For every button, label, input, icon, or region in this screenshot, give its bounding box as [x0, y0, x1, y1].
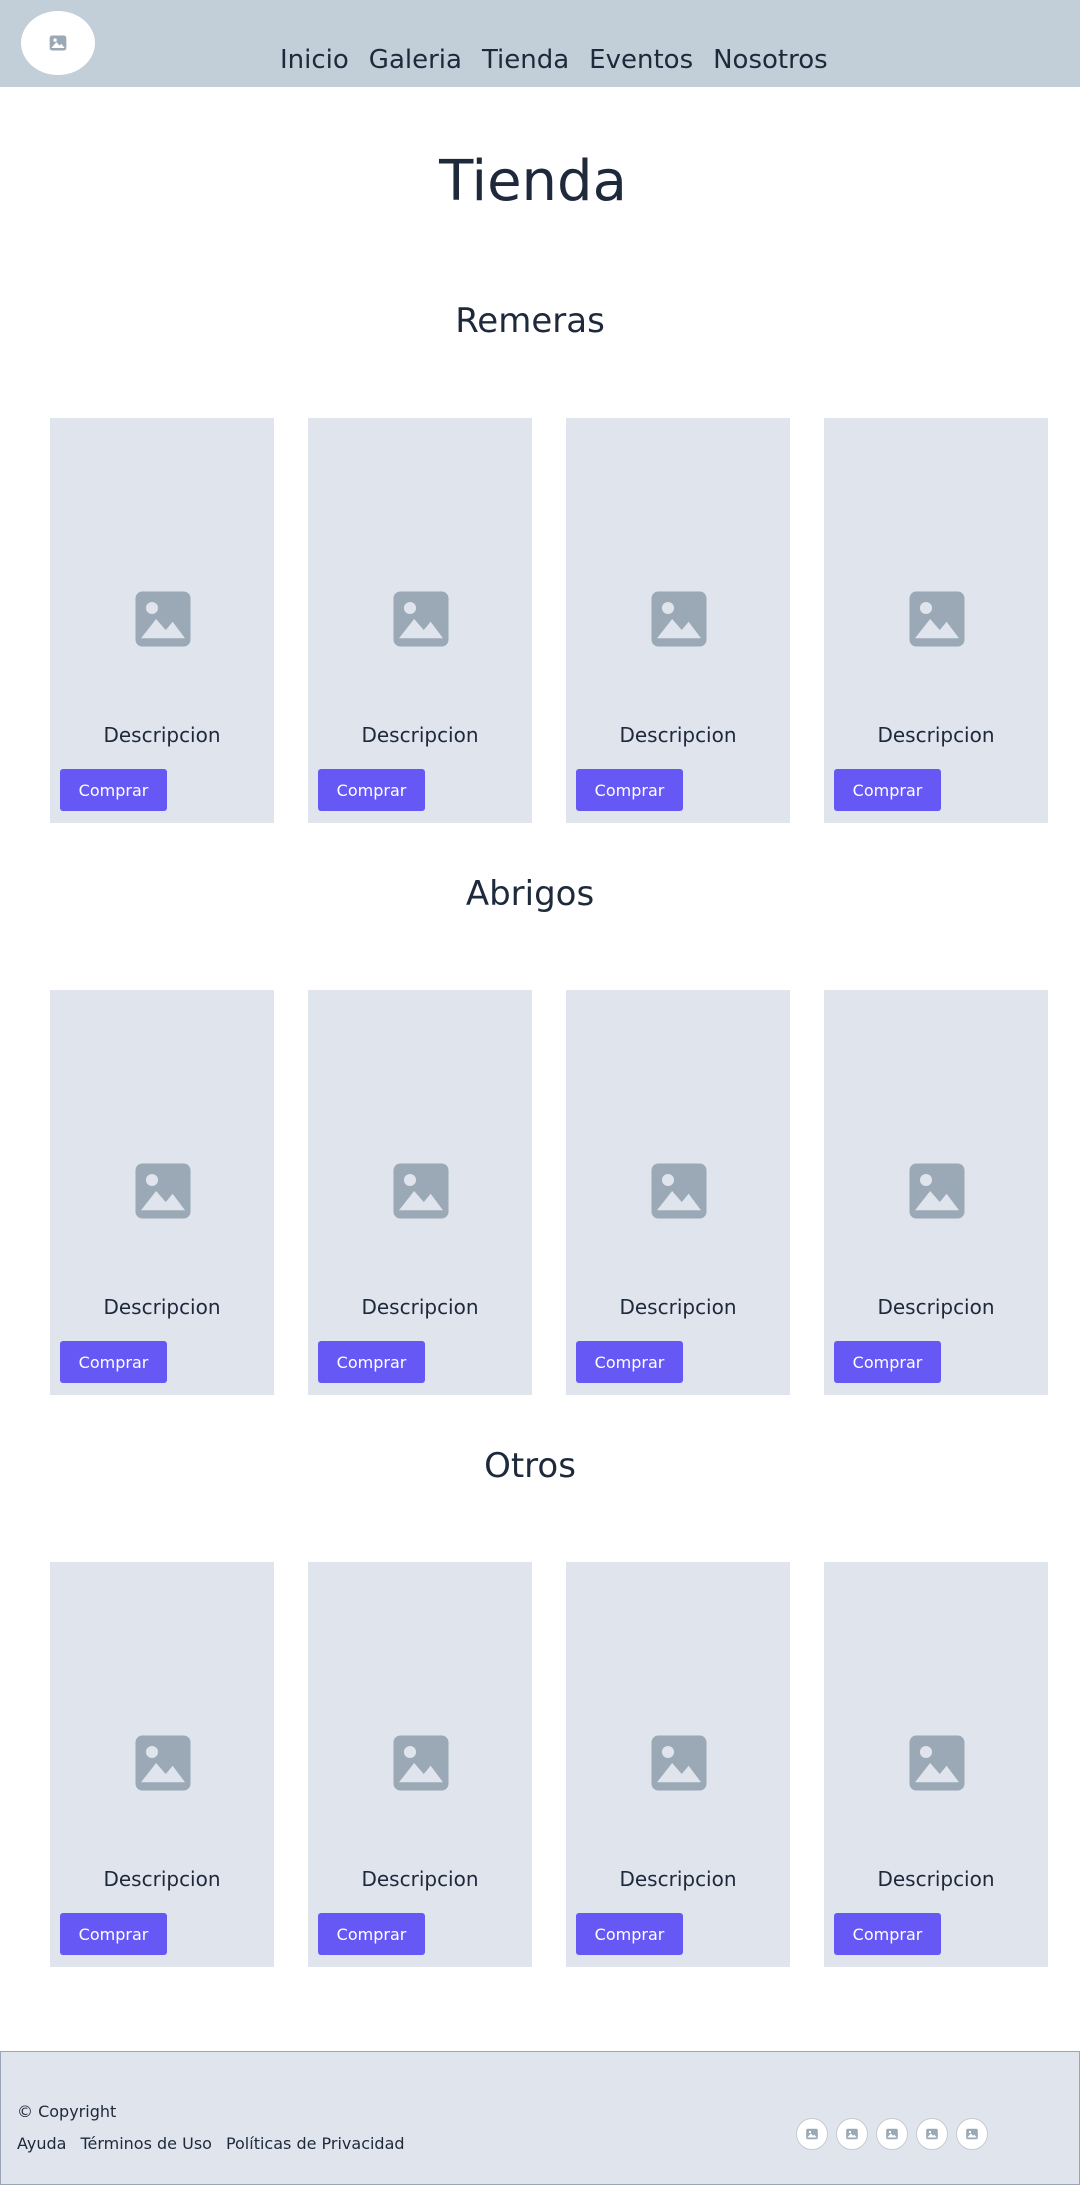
image-icon [926, 2128, 938, 2140]
product-description: Descripcion [361, 1295, 479, 1319]
nav-tienda[interactable]: Tienda [482, 40, 569, 80]
product-description: Descripcion [877, 1867, 995, 1891]
image-icon [49, 35, 67, 51]
product-description: Descripcion [619, 1295, 737, 1319]
product-card: Descripcion Comprar [824, 1562, 1048, 1967]
buy-button[interactable]: Comprar [834, 1341, 941, 1383]
product-card: Descripcion Comprar [308, 1562, 532, 1967]
image-placeholder-icon [646, 586, 712, 652]
image-icon [886, 2128, 898, 2140]
nav-nosotros[interactable]: Nosotros [713, 40, 828, 80]
social-link-3[interactable] [876, 2118, 908, 2150]
product-description: Descripcion [361, 1867, 479, 1891]
buy-button[interactable]: Comprar [834, 1913, 941, 1955]
image-placeholder-icon [388, 586, 454, 652]
product-description: Descripcion [877, 723, 995, 747]
buy-button[interactable]: Comprar [318, 1913, 425, 1955]
image-icon [846, 2128, 858, 2140]
image-placeholder-icon [388, 1158, 454, 1224]
social-link-4[interactable] [916, 2118, 948, 2150]
buy-button[interactable]: Comprar [60, 1341, 167, 1383]
image-placeholder-icon [646, 1730, 712, 1796]
logo[interactable] [21, 11, 95, 75]
social-link-2[interactable] [836, 2118, 868, 2150]
nav-galeria[interactable]: Galeria [369, 40, 462, 80]
nav-eventos[interactable]: Eventos [589, 40, 693, 80]
product-card: Descripcion Comprar [566, 418, 790, 823]
image-icon [966, 2128, 978, 2140]
product-card: Descripcion Comprar [824, 990, 1048, 1395]
copyright-text: © Copyright [17, 2102, 117, 2121]
section-title-remeras: Remeras [455, 301, 605, 341]
social-link-1[interactable] [796, 2118, 828, 2150]
product-description: Descripcion [103, 1867, 221, 1891]
product-card: Descripcion Comprar [50, 1562, 274, 1967]
product-card: Descripcion Comprar [50, 990, 274, 1395]
product-card: Descripcion Comprar [566, 990, 790, 1395]
footer-links: Ayuda Términos de Uso Políticas de Priva… [17, 2134, 419, 2153]
image-placeholder-icon [646, 1158, 712, 1224]
product-card: Descripcion Comprar [566, 1562, 790, 1967]
product-card: Descripcion Comprar [824, 418, 1048, 823]
section-title-abrigos: Abrigos [465, 874, 595, 914]
product-card: Descripcion Comprar [50, 418, 274, 823]
nav-inicio[interactable]: Inicio [280, 40, 349, 80]
product-card: Descripcion Comprar [308, 990, 532, 1395]
buy-button[interactable]: Comprar [60, 1913, 167, 1955]
buy-button[interactable]: Comprar [318, 769, 425, 811]
image-placeholder-icon [904, 586, 970, 652]
image-placeholder-icon [904, 1158, 970, 1224]
footer: © Copyright Ayuda Términos de Uso Políti… [0, 2051, 1080, 2185]
image-placeholder-icon [130, 1730, 196, 1796]
buy-button[interactable]: Comprar [576, 1341, 683, 1383]
product-description: Descripcion [103, 723, 221, 747]
buy-button[interactable]: Comprar [576, 769, 683, 811]
product-grid-otros: Descripcion Comprar Descripcion Comprar Desc… [50, 1562, 1048, 1967]
footer-link-privacidad[interactable]: Políticas de Privacidad [226, 2134, 405, 2153]
image-placeholder-icon [904, 1730, 970, 1796]
top-navbar: Inicio Galeria Tienda Eventos Nosotros [0, 0, 1080, 87]
buy-button[interactable]: Comprar [576, 1913, 683, 1955]
product-description: Descripcion [877, 1295, 995, 1319]
social-link-5[interactable] [956, 2118, 988, 2150]
product-grid-remeras: Descripcion Comprar Descripcion Comprar Desc… [50, 418, 1048, 823]
image-placeholder-icon [130, 1158, 196, 1224]
image-placeholder-icon [388, 1730, 454, 1796]
page-title: Tienda [439, 149, 627, 214]
main-nav: Inicio Galeria Tienda Eventos Nosotros [280, 40, 848, 80]
section-title-otros: Otros [484, 1446, 576, 1486]
footer-link-ayuda[interactable]: Ayuda [17, 2134, 66, 2153]
product-description: Descripcion [619, 723, 737, 747]
image-placeholder-icon [130, 586, 196, 652]
product-description: Descripcion [361, 723, 479, 747]
product-card: Descripcion Comprar [308, 418, 532, 823]
product-description: Descripcion [619, 1867, 737, 1891]
image-icon [806, 2128, 818, 2140]
buy-button[interactable]: Comprar [318, 1341, 425, 1383]
product-description: Descripcion [103, 1295, 221, 1319]
buy-button[interactable]: Comprar [60, 769, 167, 811]
product-grid-abrigos: Descripcion Comprar Descripcion Comprar Desc… [50, 990, 1048, 1395]
buy-button[interactable]: Comprar [834, 769, 941, 811]
footer-link-terminos[interactable]: Términos de Uso [80, 2134, 212, 2153]
social-links [796, 2118, 988, 2150]
